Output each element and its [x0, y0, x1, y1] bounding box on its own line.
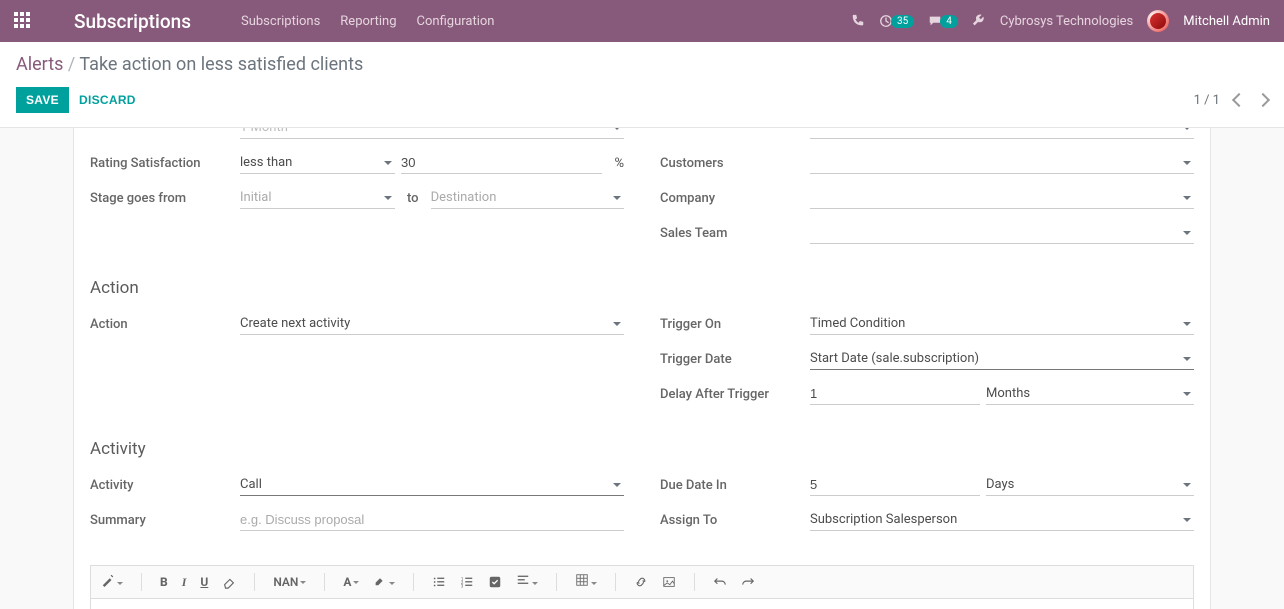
pager: 1 / 1: [1194, 93, 1268, 108]
underline-icon[interactable]: U: [200, 575, 208, 589]
trigger-on-select[interactable]: Timed Condition: [810, 313, 1194, 335]
checklist-icon[interactable]: [488, 575, 502, 589]
navbar: Subscriptions Subscriptions Reporting Co…: [0, 0, 1284, 42]
trigger-date-select[interactable]: Start Date (sale.subscription): [810, 348, 1194, 370]
summary-input[interactable]: [240, 509, 624, 531]
section-action: Action: [90, 278, 1194, 298]
chat-badge[interactable]: 4: [928, 14, 958, 28]
section-activity: Activity: [90, 439, 1194, 459]
editor-body[interactable]: Please call the client to get some feedb…: [91, 599, 1193, 609]
apps-icon[interactable]: [14, 12, 32, 30]
phone-icon[interactable]: [851, 14, 865, 28]
timer-count: 35: [891, 15, 914, 28]
action-select[interactable]: Create next activity: [240, 313, 624, 335]
label-action: Action: [90, 317, 240, 332]
duedate-unit-select[interactable]: Days: [986, 474, 1194, 496]
highlight-icon[interactable]: [373, 573, 395, 591]
subheader: Alerts / Take action on less satisfied c…: [0, 42, 1284, 128]
editor-toolbar: B I U NAN A 123: [91, 566, 1193, 599]
stage-to-select[interactable]: Destination: [431, 187, 624, 209]
form-sheet: Over 1 Month Rating Satisfaction less th…: [73, 128, 1211, 609]
brand-title: Subscriptions: [74, 10, 191, 33]
company-name[interactable]: Cybrosys Technologies: [1000, 14, 1133, 29]
redo-icon[interactable]: [741, 575, 755, 589]
chat-count: 4: [940, 15, 958, 28]
paragraph-style[interactable]: NAN: [273, 575, 306, 589]
label-trigger-date: Trigger Date: [660, 352, 810, 367]
avatar[interactable]: [1147, 10, 1169, 32]
breadcrumb-current: Take action on less satisfied clients: [79, 54, 363, 75]
label-salesteam: Sales Team: [660, 226, 810, 241]
delay-value-input[interactable]: [810, 383, 980, 405]
label-company: Company: [660, 191, 810, 206]
label-assign: Assign To: [660, 513, 810, 528]
pager-count: 1 / 1: [1194, 93, 1220, 108]
stage-from-select[interactable]: Initial: [240, 187, 395, 209]
rating-value-input[interactable]: [401, 152, 602, 174]
ul-icon[interactable]: [432, 575, 446, 589]
ol-icon[interactable]: 123: [460, 575, 474, 589]
salesteam-select[interactable]: [810, 222, 1194, 244]
nav-configuration[interactable]: Configuration: [417, 14, 495, 29]
timer-badge[interactable]: 35: [879, 14, 914, 28]
svg-text:3: 3: [461, 584, 464, 589]
label-delay: Delay After Trigger: [660, 387, 810, 402]
label-summary: Summary: [90, 513, 240, 528]
label-duedate: Due Date In: [660, 478, 810, 493]
rich-editor: B I U NAN A 123: [90, 565, 1194, 609]
user-name[interactable]: Mitchell Admin: [1183, 14, 1270, 29]
label-rating: Rating Satisfaction: [90, 156, 240, 171]
nav-right: 35 4 Cybrosys Technologies Mitchell Admi…: [851, 10, 1270, 32]
table-icon[interactable]: [575, 573, 597, 591]
rating-op-select[interactable]: less than: [240, 152, 395, 174]
bold-icon[interactable]: B: [160, 575, 168, 589]
save-button[interactable]: SAVE: [16, 87, 69, 113]
pager-prev-icon[interactable]: [1232, 93, 1246, 107]
assign-select[interactable]: Subscription Salesperson: [810, 509, 1194, 531]
label-over: Over: [90, 128, 240, 132]
nav-subscriptions[interactable]: Subscriptions: [241, 14, 320, 29]
font-color-icon[interactable]: A: [343, 575, 359, 589]
label-activity: Activity: [90, 478, 240, 493]
label-customers: Customers: [660, 156, 810, 171]
image-icon[interactable]: [662, 575, 676, 589]
pager-next-icon[interactable]: [1256, 93, 1270, 107]
company-select[interactable]: [810, 187, 1194, 209]
breadcrumb: Alerts / Take action on less satisfied c…: [16, 54, 1268, 75]
delay-unit-select[interactable]: Months: [986, 383, 1194, 405]
label-trigger-on: Trigger On: [660, 317, 810, 332]
eraser-icon[interactable]: [222, 575, 236, 589]
activity-select[interactable]: Call: [240, 474, 624, 496]
undo-icon[interactable]: [713, 575, 727, 589]
nav-reporting[interactable]: Reporting: [340, 14, 396, 29]
discard-button[interactable]: DISCARD: [79, 93, 136, 107]
magic-icon[interactable]: [101, 573, 123, 591]
breadcrumb-parent[interactable]: Alerts: [16, 54, 63, 75]
align-icon[interactable]: [516, 573, 538, 591]
wrench-icon[interactable]: [972, 14, 986, 28]
over-select[interactable]: 1 Month: [240, 128, 624, 139]
label-to: to: [407, 191, 419, 206]
customers-select[interactable]: [810, 152, 1194, 174]
label-stage: Stage goes from: [90, 191, 240, 206]
duedate-value-input[interactable]: [810, 474, 980, 496]
nav-menu: Subscriptions Reporting Configuration: [241, 14, 495, 29]
italic-icon[interactable]: I: [182, 575, 187, 590]
link-icon[interactable]: [634, 575, 648, 589]
rating-unit: %: [614, 156, 624, 171]
